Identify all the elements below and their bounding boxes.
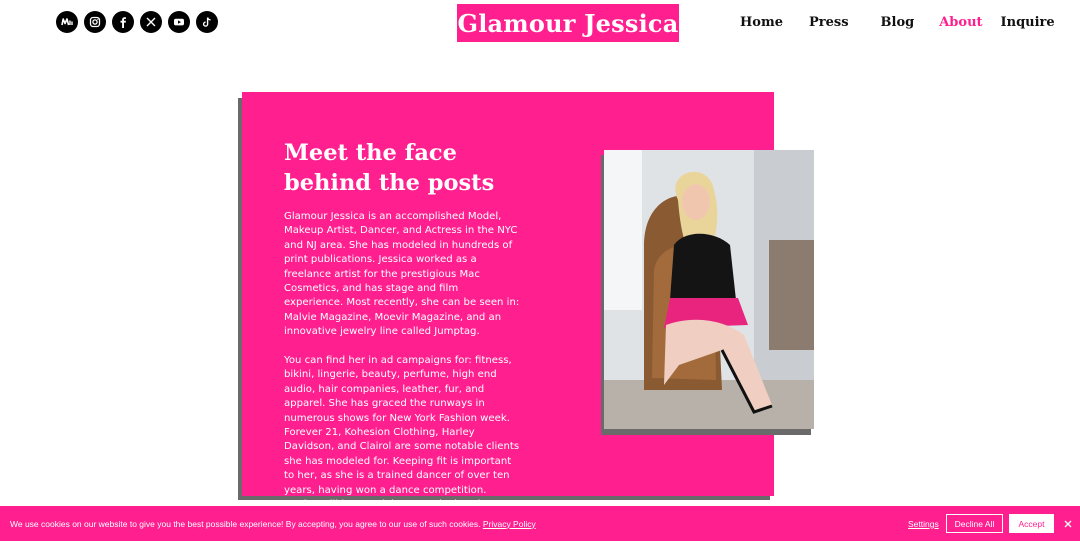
about-heading: Meet the face behind the posts (284, 138, 494, 198)
nav-about[interactable]: About (939, 15, 982, 30)
social-links (56, 11, 218, 33)
instagram-icon[interactable] (84, 11, 106, 33)
site-title: Glamour Jessica (457, 8, 679, 38)
cookie-message: We use cookies on our website to give yo… (10, 519, 536, 529)
cookie-banner: We use cookies on our website to give yo… (0, 506, 1080, 541)
main-nav: Home Press Blog About Inquire (740, 15, 1055, 30)
about-heading-line1: Meet the face (284, 140, 457, 166)
nav-blog[interactable]: Blog (881, 15, 915, 30)
cookie-text: We use cookies on our website to give yo… (10, 518, 481, 529)
close-icon[interactable] (1062, 517, 1074, 529)
about-paragraph-2: You can find her in ad campaigns for: fi… (284, 355, 520, 524)
privacy-policy-link[interactable]: Privacy Policy (483, 519, 536, 529)
tiktok-icon[interactable] (196, 11, 218, 33)
profile-photo (604, 150, 814, 429)
cookie-settings-link[interactable]: Settings (908, 519, 939, 529)
x-icon[interactable] (140, 11, 162, 33)
nav-press[interactable]: Press (809, 15, 849, 30)
about-heading-line2: behind the posts (284, 170, 495, 196)
about-body: Glamour Jessica is an accomplished Model… (284, 210, 520, 541)
nav-home[interactable]: Home (740, 15, 783, 30)
site-logo[interactable]: Glamour Jessica (457, 4, 679, 42)
nav-inquire[interactable]: Inquire (1001, 15, 1055, 30)
youtube-icon[interactable] (168, 11, 190, 33)
about-paragraph-1: Glamour Jessica is an accomplished Model… (284, 211, 520, 338)
decline-all-button[interactable]: Decline All (946, 514, 1003, 533)
accept-button[interactable]: Accept (1009, 514, 1054, 533)
facebook-icon[interactable] (112, 11, 134, 33)
medium-icon[interactable] (56, 11, 78, 33)
